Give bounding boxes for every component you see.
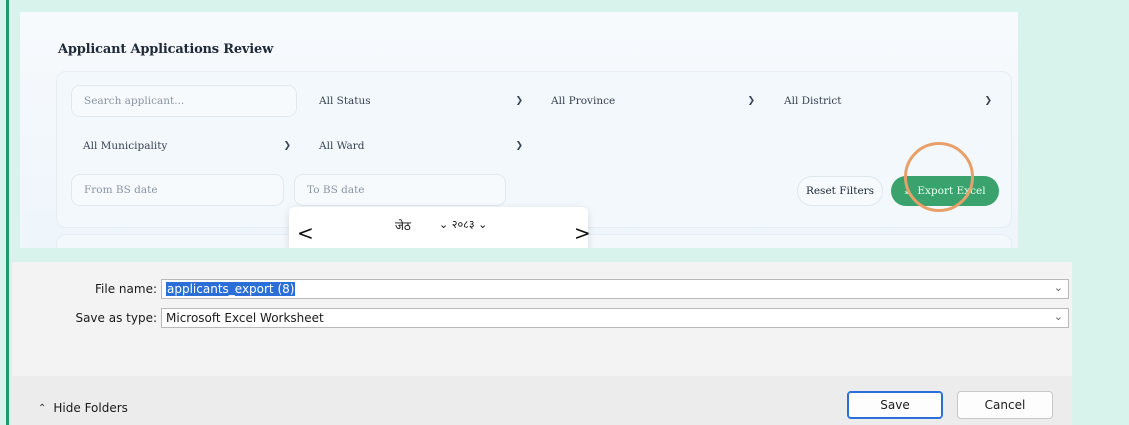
page-title: Applicant Applications Review <box>58 42 274 57</box>
hide-folders-label: Hide Folders <box>53 401 128 415</box>
chevron-down-icon[interactable]: ⌄ <box>1054 310 1063 323</box>
from-date-input[interactable]: From BS date <box>71 174 284 206</box>
status-select[interactable]: All Status ❯ <box>307 85 533 117</box>
cancel-button-label: Cancel <box>984 398 1026 412</box>
save-file-dialog: File name: applicants_export (8) ⌄ Save … <box>12 262 1072 425</box>
chevron-down-icon: ❯ <box>283 141 291 151</box>
year-select-value: २०८३ <box>451 218 475 231</box>
district-select-value: All District <box>784 95 842 107</box>
ward-select-value: All Ward <box>319 140 365 152</box>
from-date-placeholder: From BS date <box>84 184 158 196</box>
reset-filters-button[interactable]: Reset Filters <box>797 176 883 206</box>
save-button-label: Save <box>880 398 910 412</box>
province-select[interactable]: All Province ❯ <box>539 85 765 117</box>
cancel-button[interactable]: Cancel <box>957 391 1053 419</box>
to-date-input[interactable]: To BS date <box>294 174 506 206</box>
search-input[interactable]: Search applicant... <box>71 85 297 117</box>
chevron-down-icon: ⌄ <box>439 218 449 231</box>
prev-month-button[interactable]: < <box>297 221 314 245</box>
save-type-label: Save as type: <box>75 311 157 325</box>
district-select[interactable]: All District ❯ <box>772 85 1002 117</box>
chevron-down-icon: ❯ <box>515 141 523 151</box>
chevron-down-icon[interactable]: ⌄ <box>1054 281 1063 294</box>
province-select-value: All Province <box>551 95 616 107</box>
file-name-value: applicants_export (8) <box>166 282 296 296</box>
month-select-value: जेठ <box>395 219 411 233</box>
status-select-value: All Status <box>319 95 371 107</box>
reset-filters-label: Reset Filters <box>805 185 875 197</box>
save-button[interactable]: Save <box>847 391 943 419</box>
chevron-down-icon: ❯ <box>515 96 523 106</box>
hide-folders-toggle[interactable]: ⌃ Hide Folders <box>38 401 128 415</box>
save-type-select[interactable]: Microsoft Excel Worksheet ⌄ <box>161 308 1069 328</box>
chevron-down-icon: ❯ <box>747 96 755 106</box>
search-placeholder: Search applicant... <box>84 95 185 107</box>
month-select[interactable]: जेठ <box>395 217 411 234</box>
chevron-down-icon: ❯ <box>984 96 992 106</box>
next-month-button[interactable]: > <box>574 221 591 245</box>
ward-select[interactable]: All Ward ❯ <box>307 130 533 162</box>
municipality-select[interactable]: All Municipality ❯ <box>71 130 301 162</box>
year-select[interactable]: ⌄ २०८३ ⌄ <box>439 217 487 232</box>
file-name-input[interactable]: applicants_export (8) ⌄ <box>161 279 1069 299</box>
click-highlight-ring <box>904 142 974 212</box>
chevron-down-icon: ⌄ <box>478 218 488 231</box>
municipality-select-value: All Municipality <box>83 140 168 152</box>
to-date-placeholder: To BS date <box>307 184 365 196</box>
date-picker: < जेठ ⌄ २०८३ ⌄ > <box>289 207 591 248</box>
chevron-up-icon: ⌃ <box>38 402 47 414</box>
save-type-value: Microsoft Excel Worksheet <box>166 311 324 325</box>
file-name-label: File name: <box>95 282 157 296</box>
left-accent-bar <box>6 0 9 425</box>
web-app-panel: Applicant Applications Review Search app… <box>20 12 1018 248</box>
